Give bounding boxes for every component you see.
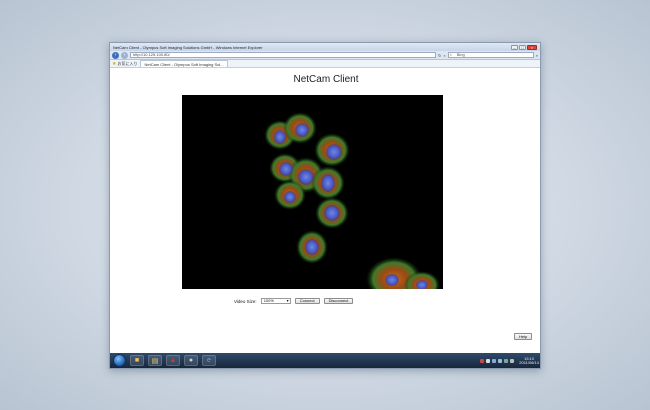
title-bar: NetCam Client - Olympus Soft Imaging Sol… bbox=[110, 43, 540, 51]
back-icon[interactable]: ‹ bbox=[112, 51, 119, 59]
disconnect-button[interactable]: Disconnect bbox=[323, 298, 354, 304]
refresh-icon[interactable]: ↻ bbox=[438, 53, 441, 58]
connect-button[interactable]: Connect bbox=[294, 298, 320, 304]
video-controls: Video Size: 100% ▾ Connect Disconnect bbox=[234, 298, 354, 304]
search-input[interactable]: b Bing bbox=[447, 52, 534, 58]
close-button[interactable]: × bbox=[527, 44, 537, 50]
minimize-button[interactable]: – bbox=[511, 44, 518, 50]
search-placeholder: Bing bbox=[456, 52, 465, 57]
forward-icon[interactable]: › bbox=[121, 51, 128, 59]
stop-icon[interactable]: × bbox=[443, 53, 445, 58]
window-title: NetCam Client - Olympus Soft Imaging Sol… bbox=[113, 44, 263, 50]
network-icon[interactable] bbox=[480, 358, 485, 363]
ime-icon[interactable] bbox=[486, 358, 491, 363]
video-size-value: 100% bbox=[263, 298, 274, 303]
video-size-label: Video Size: bbox=[234, 298, 257, 304]
sync-icon[interactable] bbox=[510, 358, 515, 363]
bing-icon: b bbox=[449, 52, 452, 57]
help-button[interactable]: Help bbox=[514, 333, 533, 340]
system-tray: 15:10 2011/06/14 bbox=[480, 356, 539, 365]
url-input[interactable]: http://10.125.100.80/ bbox=[130, 52, 437, 58]
favorites-label: お気に入り bbox=[117, 60, 138, 66]
maximize-button[interactable]: □ bbox=[519, 44, 526, 50]
clock[interactable]: 15:10 2011/06/14 bbox=[519, 356, 539, 365]
folder-icon[interactable]: ■ bbox=[130, 355, 144, 366]
tab-netcam[interactable]: NetCam Client - Olympus Soft Imaging Sol… bbox=[140, 60, 228, 67]
camera-icon[interactable]: ● bbox=[184, 355, 198, 366]
browser-window: NetCam Client - Olympus Soft Imaging Sol… bbox=[109, 42, 541, 369]
explorer-icon[interactable]: ▤ bbox=[148, 355, 162, 366]
address-bar: ‹ › http://10.125.100.80/ ↻ × b Bing ⌕ bbox=[110, 51, 540, 60]
chevron-down-icon: ▾ bbox=[286, 298, 289, 303]
pdf-icon[interactable]: ▲ bbox=[166, 355, 180, 366]
page-title: NetCam Client bbox=[293, 74, 359, 85]
window-controls: – □ × bbox=[511, 44, 537, 50]
start-button[interactable] bbox=[113, 354, 126, 367]
clock-date: 2011/06/14 bbox=[519, 359, 539, 365]
power-icon[interactable] bbox=[504, 358, 509, 363]
tab-title: NetCam Client - Olympus Soft Imaging Sol… bbox=[144, 61, 224, 67]
search-icon[interactable]: ⌕ bbox=[536, 53, 538, 58]
ie-icon[interactable]: e bbox=[202, 355, 216, 366]
star-icon: ★ bbox=[112, 60, 117, 67]
taskbar: ■ ▤ ▲ ● e 15:10 2011/06/14 bbox=[110, 353, 540, 368]
tab-bar: ★ お気に入り NetCam Client - Olympus Soft Ima… bbox=[110, 60, 540, 68]
cell-image bbox=[264, 112, 440, 289]
volume-icon[interactable] bbox=[498, 358, 503, 363]
flag-icon[interactable] bbox=[492, 358, 497, 363]
video-view bbox=[182, 95, 443, 289]
favorites-button[interactable]: ★ お気に入り bbox=[112, 61, 137, 67]
video-size-select[interactable]: 100% ▾ bbox=[260, 298, 291, 304]
page-content: NetCam Client Video Size: 100% ▾ Connect… bbox=[110, 68, 540, 355]
